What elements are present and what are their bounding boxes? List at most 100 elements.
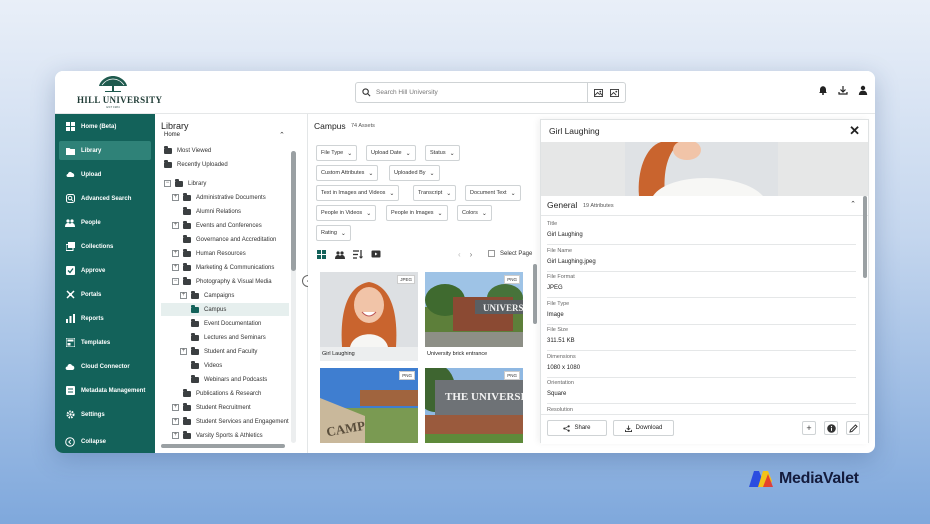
tree-item[interactable]: Alumni Relations	[172, 205, 241, 218]
sidebar-item-library[interactable]: Library	[59, 141, 151, 160]
collapse-icon[interactable]: −	[172, 278, 179, 285]
expand-icon[interactable]: +	[172, 264, 179, 271]
attribute-value[interactable]: Image	[547, 312, 564, 318]
filter-dropdown[interactable]: Transcript ⌄	[413, 185, 457, 201]
tree-item[interactable]: + Administrative Documents	[172, 191, 266, 204]
collapse-icon[interactable]: −	[164, 180, 171, 187]
attribute-value[interactable]: Square	[547, 391, 566, 397]
chevron-up-icon[interactable]: ⌃	[279, 131, 285, 139]
sidebar-item-reports[interactable]: Reports	[59, 309, 151, 328]
tree-horizontal-scrollbar[interactable]	[161, 444, 285, 448]
filter-dropdown[interactable]: People in Videos ⌄	[316, 205, 377, 221]
filter-dropdown[interactable]: File Type ⌄	[316, 145, 358, 161]
tree-item[interactable]: + Campaigns	[180, 289, 234, 302]
sidebar-item-portals[interactable]: Portals	[59, 285, 151, 304]
sidebar-item-collections[interactable]: Collections	[59, 237, 151, 256]
filter-dropdown[interactable]: Rating ⌄	[316, 225, 351, 241]
attribute-value[interactable]: Girl Laughing	[547, 232, 583, 238]
attribute-value[interactable]: 311.51 KB	[547, 338, 575, 344]
expand-icon[interactable]: +	[172, 222, 179, 229]
search-bar[interactable]: Search Hill University	[355, 82, 626, 103]
expand-icon[interactable]: +	[172, 250, 179, 257]
select-page-checkbox[interactable]	[488, 250, 495, 257]
asset-card[interactable]: CAMP PNG	[320, 368, 418, 451]
tree-scrollbar[interactable]	[291, 151, 296, 443]
quick-recently-uploaded[interactable]: Recently Uploaded	[164, 158, 228, 171]
sidebar-item-home[interactable]: Home (Beta)	[59, 117, 151, 136]
tree-item[interactable]: + Student Recruitment	[172, 401, 251, 414]
user-icon[interactable]	[857, 84, 869, 96]
expand-icon[interactable]: +	[172, 194, 179, 201]
tree-item[interactable]: + Events and Conferences	[172, 219, 262, 232]
expand-icon[interactable]: +	[172, 418, 179, 425]
tree-item[interactable]: Webinars and Podcasts	[180, 373, 267, 386]
slideshow-icon[interactable]	[370, 249, 381, 260]
visual-search-icon[interactable]	[609, 84, 619, 102]
expand-icon[interactable]: +	[180, 348, 187, 355]
expand-icon[interactable]: +	[172, 404, 179, 411]
download-button[interactable]: Download	[613, 420, 674, 436]
attribute-value[interactable]: JPEG	[547, 285, 563, 291]
select-page[interactable]: Select Page	[488, 250, 532, 257]
filter-dropdown[interactable]: Uploaded By ⌄	[389, 165, 440, 181]
search-input[interactable]: Search Hill University	[376, 89, 587, 96]
filter-dropdown[interactable]: Custom Attributes ⌄	[316, 165, 379, 181]
tree-item[interactable]: + Student and Faculty	[180, 345, 257, 358]
asset-card[interactable]: UNIVERS PNG University brick entrance	[425, 272, 523, 361]
sidebar-item-approve[interactable]: Approve	[59, 261, 151, 280]
filter-dropdown[interactable]: Text in Images and Videos ⌄	[316, 185, 400, 201]
filter-dropdown[interactable]: Document Text ⌄	[465, 185, 521, 201]
filter-dropdown[interactable]: Upload Date ⌄	[366, 145, 416, 161]
tree-item[interactable]: − Library	[164, 177, 206, 190]
sidebar-item-templates[interactable]: Templates	[59, 333, 151, 352]
attribute-value[interactable]: Girl Laughing.jpeg	[547, 259, 596, 265]
bell-icon[interactable]	[817, 84, 829, 96]
university-logo[interactable]: HILL UNIVERSITY EST 1984	[77, 74, 162, 112]
reports-icon	[65, 314, 75, 324]
attribute-value[interactable]: 1080 x 1080	[547, 365, 580, 371]
sidebar-item-cloud-connector[interactable]: Cloud Connector	[59, 357, 151, 376]
tree-item[interactable]: Governance and Accreditation	[172, 233, 276, 246]
filter-label: Status	[430, 150, 446, 156]
tree-item[interactable]: Event Documentation	[180, 317, 261, 330]
chevron-right-icon[interactable]: ›	[470, 250, 473, 259]
tree-item[interactable]: + Human Resources	[172, 247, 246, 260]
tree-item[interactable]: + Marketing & Communications	[172, 261, 274, 274]
tree-item[interactable]: Videos	[180, 359, 222, 372]
grid-view-icon[interactable]	[316, 249, 327, 260]
sidebar-item-metadata-management[interactable]: Metadata Management	[59, 381, 151, 400]
asset-card[interactable]: THE UNIVERSITY PNG	[425, 368, 523, 443]
filter-dropdown[interactable]: People in Images ⌄	[386, 205, 448, 221]
filter-dropdown[interactable]: Colors ⌄	[457, 205, 492, 221]
tree-item[interactable]: − Photography & Visual Media	[172, 275, 272, 288]
sort-icon[interactable]	[352, 249, 363, 260]
tree-item[interactable]: Lectures and Seminars	[180, 331, 266, 344]
filter-label: Uploaded By	[394, 170, 426, 176]
sidebar-item-settings[interactable]: Settings	[59, 405, 151, 424]
filter-dropdown[interactable]: Status ⌄	[425, 145, 460, 161]
detail-scrollbar[interactable]	[863, 196, 867, 278]
tree-item[interactable]: Publications & Research	[172, 387, 261, 400]
chevron-left-icon[interactable]: ‹	[458, 250, 461, 259]
edit-icon[interactable]	[846, 421, 860, 435]
info-icon[interactable]	[824, 421, 838, 435]
tree-item[interactable]: + Student Services and Engagement	[172, 415, 289, 428]
sidebar-item-upload[interactable]: Upload	[59, 165, 151, 184]
quick-most-viewed[interactable]: Most Viewed	[164, 144, 211, 157]
tree-item[interactable]: Campus	[161, 303, 289, 316]
expand-icon[interactable]: +	[180, 292, 187, 299]
image-search-icon[interactable]	[594, 84, 604, 102]
people-view-icon[interactable]	[334, 249, 345, 260]
tree-scroll-thumb[interactable]	[291, 151, 296, 271]
collapse-button[interactable]: Collapse	[59, 432, 151, 451]
tree-item[interactable]: + Varsity Sports & Athletics	[172, 429, 263, 442]
add-icon[interactable]: +	[802, 421, 816, 435]
asset-card[interactable]: JPEG Girl Laughing	[320, 272, 418, 361]
expand-icon[interactable]: +	[172, 432, 179, 439]
sidebar-item-advanced-search[interactable]: Advanced Search	[59, 189, 151, 208]
share-button[interactable]: Share	[547, 420, 607, 436]
download-icon[interactable]	[837, 84, 849, 96]
grid-scrollbar[interactable]	[533, 264, 537, 324]
sidebar-item-people[interactable]: People	[59, 213, 151, 232]
